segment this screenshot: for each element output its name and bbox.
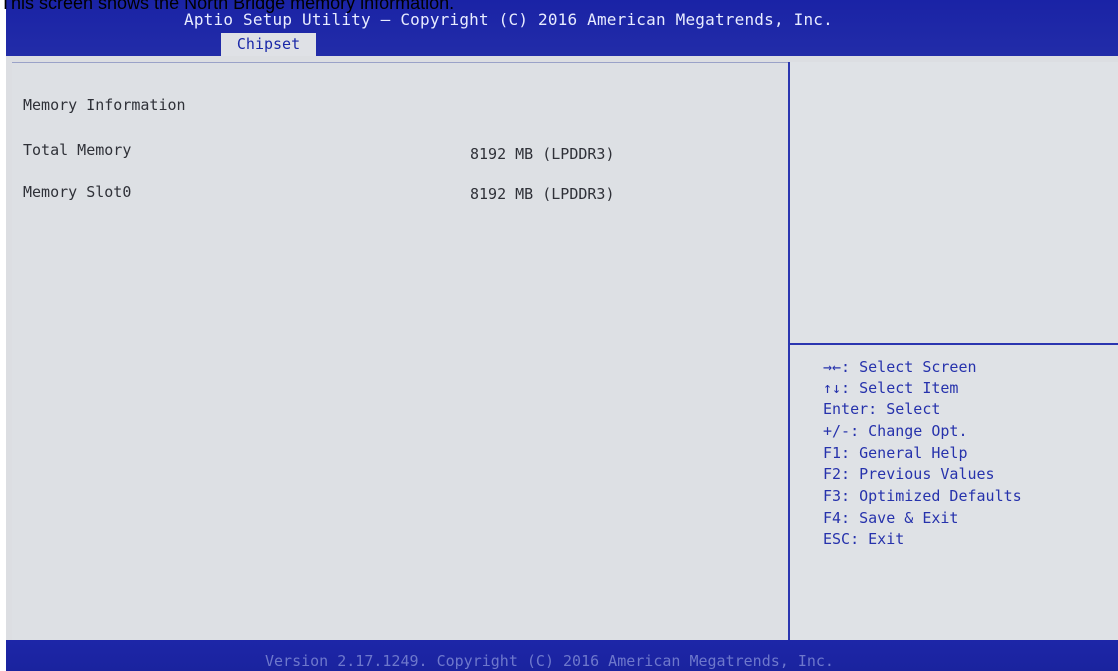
- help-panel: [790, 62, 1118, 640]
- total-memory-value: 8192 MB (LPDDR3): [470, 145, 615, 163]
- memory-slot0-value: 8192 MB (LPDDR3): [470, 185, 615, 203]
- help-esc-exit: ESC: Exit: [823, 530, 905, 548]
- bios-screen: Aptio Setup Utility – Copyright (C) 2016…: [6, 0, 1118, 671]
- help-enter-select: Enter: Select: [823, 400, 941, 418]
- help-optimized-defaults: F3: Optimized Defaults: [823, 487, 1022, 505]
- help-select-screen: →←: Select Screen: [823, 358, 977, 376]
- memory-slot0-label[interactable]: Memory Slot0: [23, 183, 131, 201]
- help-change-opt: +/-: Change Opt.: [823, 422, 968, 440]
- help-previous-values: F2: Previous Values: [823, 465, 995, 483]
- tab-chipset[interactable]: Chipset: [221, 33, 316, 56]
- page-caption: This screen shows the North Bridge memor…: [0, 0, 455, 13]
- help-save-exit: F4: Save & Exit: [823, 509, 959, 527]
- version-text: Version 2.17.1249. Copyright (C) 2016 Am…: [265, 652, 834, 670]
- total-memory-label[interactable]: Total Memory: [23, 141, 131, 159]
- help-general-help: F1: General Help: [823, 444, 968, 462]
- help-select-item: ↑↓: Select Item: [823, 379, 959, 397]
- help-divider: [790, 343, 1118, 345]
- memory-information-heading: Memory Information: [23, 96, 186, 114]
- bios-footer: Version 2.17.1249. Copyright (C) 2016 Am…: [6, 640, 1118, 671]
